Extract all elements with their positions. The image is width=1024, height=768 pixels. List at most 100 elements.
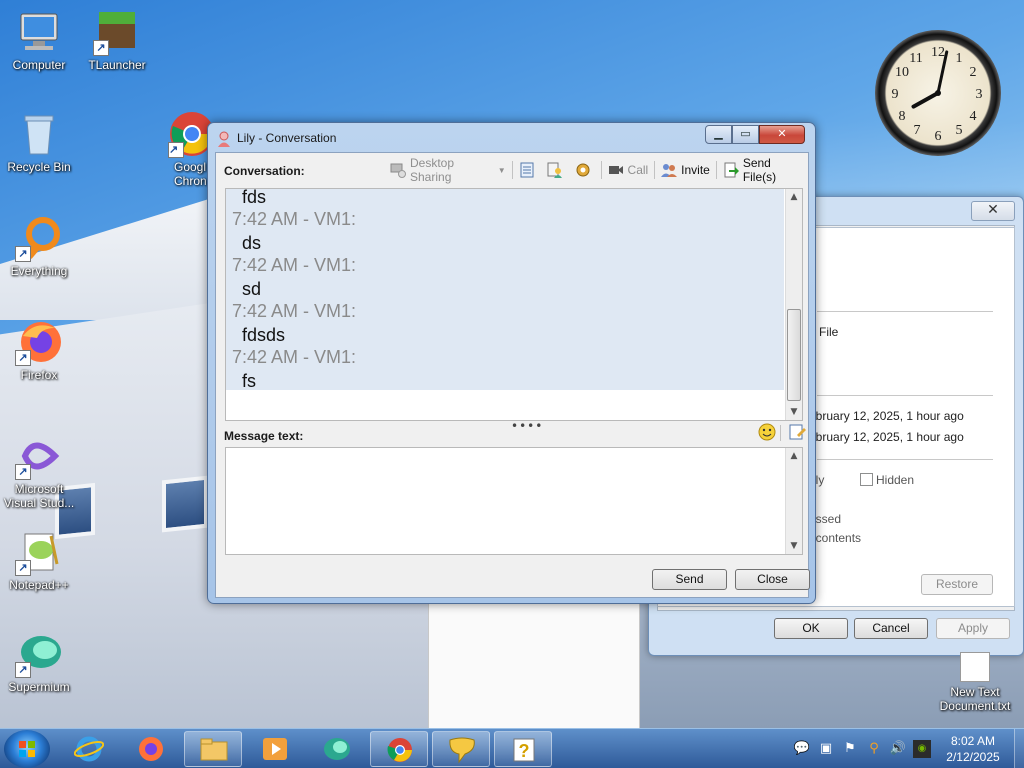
firefox-icon: ↗ <box>15 318 63 366</box>
hidden-checkbox[interactable] <box>860 473 873 486</box>
format-text-icon[interactable] <box>788 423 806 441</box>
send-files-button[interactable]: Send File(s) <box>719 156 808 184</box>
clock-center <box>935 90 941 96</box>
background-window-strip <box>428 600 640 728</box>
close-button[interactable]: ✕ <box>759 125 805 144</box>
network-icon[interactable]: ▣ <box>817 740 835 758</box>
contents-label: t contents <box>809 531 862 545</box>
hour-hand <box>911 91 940 109</box>
desktop-icon-new-text-document[interactable]: New Text Document.txt <box>936 652 1014 713</box>
desktop-icon-supermium[interactable]: ↗ Supermium <box>0 630 78 694</box>
invite-button[interactable]: Invite <box>657 159 714 181</box>
help-icon: ? <box>513 738 535 762</box>
taskbar-firefox[interactable] <box>122 731 180 767</box>
scroll-down-icon[interactable]: ▼ <box>786 404 802 420</box>
call-button[interactable]: Call <box>604 159 653 181</box>
close-button[interactable]: ✕ <box>971 201 1015 221</box>
everything-icon: ↗ <box>15 214 63 262</box>
conversation-client-area: Conversation: Desktop Sharing ▼ Call Inv… <box>215 152 810 598</box>
toolbar-separator <box>654 161 656 179</box>
desktop-sharing-button[interactable]: Desktop Sharing ▼ <box>386 156 510 184</box>
media-player-icon <box>263 738 287 760</box>
desktop-icon-everything[interactable]: ↗ Everything <box>0 214 78 278</box>
action-center-flag-icon[interactable]: ⚑ <box>841 740 859 758</box>
message-scrollbar[interactable]: ▲ ▼ <box>785 448 802 554</box>
splitter-grip[interactable]: •••• <box>511 419 543 433</box>
apply-button[interactable]: Apply <box>936 618 1010 639</box>
scroll-up-icon[interactable]: ▲ <box>786 189 802 205</box>
tlauncher-icon: ↗ <box>93 8 141 56</box>
taskbar-chrome[interactable] <box>370 731 428 767</box>
supermium-icon <box>324 738 350 760</box>
clock-date: 2/12/2025 <box>946 750 1000 764</box>
scroll-down-icon[interactable]: ▼ <box>786 538 802 554</box>
hidden-label: Hidden <box>876 473 915 487</box>
message-input[interactable] <box>225 447 803 555</box>
taskbar-media-player[interactable] <box>246 731 304 767</box>
scroll-thumb[interactable] <box>787 309 801 401</box>
taskbar-help[interactable]: ? <box>494 731 552 767</box>
contact-info-button[interactable] <box>543 159 571 181</box>
send-button[interactable]: Send <box>652 569 727 590</box>
camera-icon <box>608 162 624 178</box>
clock-gadget[interactable]: 12 1 2 345 678 9 10 11 <box>875 30 1001 156</box>
message-text: fds <box>242 188 267 207</box>
type-of-file-text: File <box>819 325 839 339</box>
gear-icon <box>575 162 591 178</box>
scroll-up-icon[interactable]: ▲ <box>786 448 802 464</box>
recycle-bin-icon <box>15 110 63 158</box>
history-scrollbar[interactable]: ▲ ▼ <box>785 189 802 420</box>
history-button[interactable] <box>515 159 543 181</box>
system-tray: 💬 ▣ ⚑ ⚲ 🔊 ◉ <box>790 729 934 768</box>
start-button[interactable] <box>4 730 50 768</box>
history-icon <box>519 162 535 178</box>
shortcut-arrow-icon: ↗ <box>15 350 31 366</box>
show-desktop-button[interactable] <box>1014 729 1024 768</box>
wallpaper-window <box>162 475 208 533</box>
taskbar-internet-explorer[interactable] <box>60 731 118 767</box>
chrome-icon <box>387 738 412 762</box>
messenger-tray-icon[interactable]: 💬 <box>793 740 811 758</box>
cancel-button[interactable]: Cancel <box>854 618 928 639</box>
chevron-down-icon: ▼ <box>497 165 506 175</box>
message-text: fdsds <box>242 325 286 345</box>
minimize-button[interactable]: ▁ <box>705 125 732 144</box>
emoticon-icon[interactable] <box>758 423 776 441</box>
taskbar-supermium[interactable] <box>308 731 366 767</box>
everything-tray-icon[interactable]: ⚲ <box>865 740 883 758</box>
visual-studio-icon: ↗ <box>15 432 63 480</box>
desktop-icon-computer[interactable]: Computer <box>0 8 78 72</box>
nvidia-icon[interactable]: ◉ <box>913 740 931 758</box>
restore-button[interactable]: Restore <box>921 574 993 595</box>
toolbar-separator <box>600 161 602 179</box>
message-meta: 7:42 AM - VM1: <box>232 301 357 321</box>
taskbar-file-explorer[interactable] <box>184 731 242 767</box>
desktop-icon-visual-studio[interactable]: ↗ Microsoft Visual Stud... <box>0 432 78 510</box>
toolbar-separator <box>715 161 717 179</box>
user-icon <box>218 131 230 147</box>
taskbar-messenger[interactable] <box>432 731 490 767</box>
ok-button[interactable]: OK <box>774 618 848 639</box>
desktop-icon-notepad-plus-plus[interactable]: ↗ Notepad++ <box>0 528 78 592</box>
modified-value: ebruary 12, 2025, 1 hour ago <box>809 430 964 444</box>
volume-icon[interactable]: 🔊 <box>889 740 907 758</box>
conversation-window[interactable]: Lily - Conversation ▁ ▭ ✕ Conversation: … <box>207 122 816 604</box>
toolbar-separator <box>511 161 513 179</box>
toolbar-separator <box>780 425 781 441</box>
computer-icon <box>15 8 63 56</box>
close-button[interactable]: Close <box>735 569 810 590</box>
shortcut-arrow-icon: ↗ <box>15 560 31 576</box>
svg-text:?: ? <box>519 741 530 761</box>
text-document-icon <box>960 652 990 682</box>
settings-button[interactable] <box>571 159 599 181</box>
shortcut-arrow-icon: ↗ <box>15 464 31 480</box>
desktop-icon-recycle-bin[interactable]: Recycle Bin <box>0 110 78 174</box>
minute-hand <box>936 50 949 95</box>
conversation-history[interactable]: fds 7:42 AM - VM1: ds 7:42 AM - VM1: sd … <box>225 188 803 421</box>
send-file-icon <box>723 162 739 178</box>
desktop-icon-tlauncher[interactable]: ↗ TLauncher <box>78 8 156 72</box>
taskbar-clock[interactable]: 8:02 AM 2/12/2025 <box>934 733 1012 765</box>
maximize-button[interactable]: ▭ <box>732 125 759 144</box>
windows-logo-icon <box>19 741 35 757</box>
desktop-icon-firefox[interactable]: ↗ Firefox <box>0 318 78 382</box>
